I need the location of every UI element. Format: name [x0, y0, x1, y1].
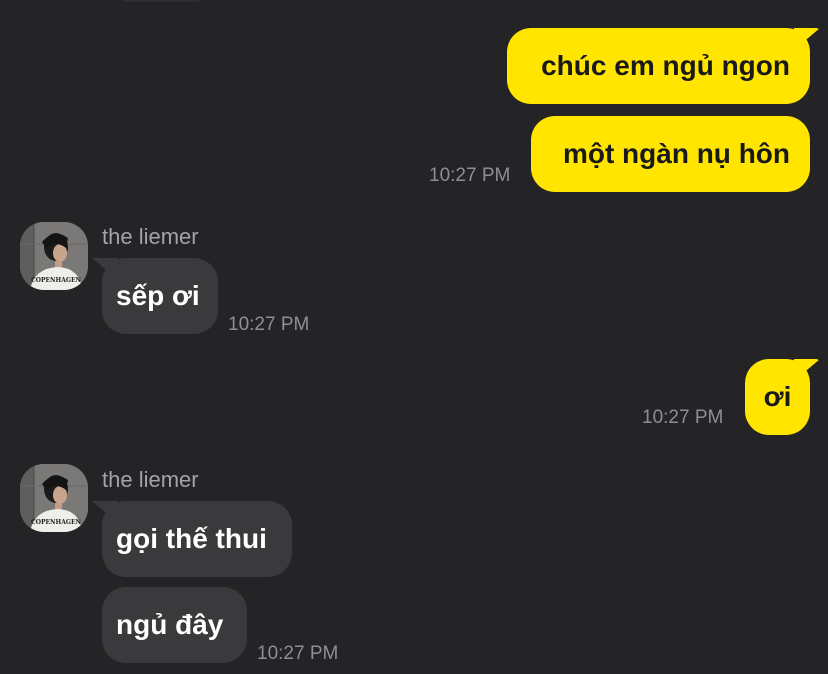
user-avatar-photo-icon: COPENHAGEN: [20, 222, 88, 290]
outgoing-message-bubble[interactable]: một ngàn nụ hôn: [531, 116, 810, 192]
sender-avatar[interactable]: COPENHAGEN: [20, 464, 88, 532]
sender-name: the liemer: [102, 224, 199, 249]
message-text: ngủ đây: [116, 609, 224, 640]
message-text: một ngàn nụ hôn: [562, 138, 790, 169]
message-text: ơi: [763, 381, 792, 412]
message-timestamp: 10:27 PM: [257, 643, 339, 664]
user-avatar-photo-icon: COPENHAGEN: [20, 464, 88, 532]
message-text: sếp ơi: [116, 280, 200, 311]
bubble-tail: [92, 501, 118, 523]
message-text: chúc em ngủ ngon: [541, 50, 790, 81]
bubble-tail: [92, 258, 118, 280]
message-timestamp: 10:27 PM: [429, 165, 511, 186]
incoming-message-bubble[interactable]: ngủ đây: [102, 587, 247, 663]
previous-message-bubble-edge: [120, 0, 202, 2]
message-timestamp: 10:27 PM: [228, 314, 310, 335]
outgoing-message-bubble[interactable]: ơi: [745, 359, 820, 435]
incoming-message-bubble[interactable]: gọi thế thui: [92, 501, 292, 577]
bubble-tail: [794, 359, 820, 381]
message-text: gọi thế thui: [116, 523, 267, 554]
sender-name: the liemer: [102, 467, 199, 492]
message-timestamp: 10:27 PM: [642, 407, 724, 428]
chat-thread: chúc em ngủ ngon một ngàn nụ hôn 10:27 P…: [0, 0, 828, 674]
outgoing-message-bubble[interactable]: chúc em ngủ ngon: [507, 28, 820, 104]
incoming-message-bubble[interactable]: sếp ơi: [92, 258, 218, 334]
shirt-print: COPENHAGEN: [31, 519, 82, 526]
bubble-tail: [794, 28, 820, 50]
shirt-print: COPENHAGEN: [31, 277, 82, 284]
sender-avatar[interactable]: COPENHAGEN: [20, 222, 88, 290]
